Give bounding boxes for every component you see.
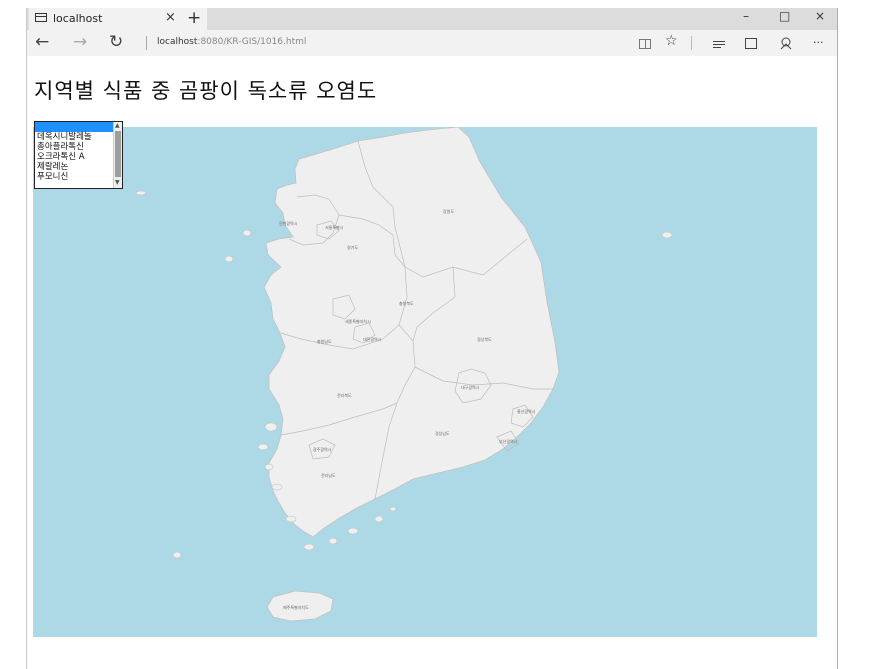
share-icon[interactable] <box>779 36 793 50</box>
address-bar: ← → ↻ localhost:8080/KR-GIS/1016.html ☆ … <box>27 30 837 56</box>
region-label: 경상남도 <box>435 430 450 436</box>
page-title: 지역별 식품 중 곰팡이 독소류 오염도 <box>34 79 378 103</box>
back-button[interactable]: ← <box>35 32 49 52</box>
toolbar-divider <box>691 36 692 50</box>
region-label: 세종특별자치시 <box>345 318 371 324</box>
list-scrollbar[interactable]: ▲ ▼ <box>113 122 122 188</box>
more-options-button[interactable]: ··· <box>813 36 824 49</box>
forward-button[interactable]: → <box>73 32 87 52</box>
url-path: :8080/KR-GIS/1016.html <box>197 37 307 47</box>
toxin-option[interactable]: 총아플라톡신 <box>35 142 122 152</box>
url-field[interactable]: localhost:8080/KR-GIS/1016.html <box>157 37 306 47</box>
region-label: 대전광역시 <box>363 336 382 342</box>
region-label: 울산광역시 <box>517 408 536 414</box>
region-label: 충청남도 <box>317 338 332 344</box>
tab-title: localhost <box>53 12 103 25</box>
new-tab-button[interactable]: + <box>187 8 201 28</box>
toxin-option[interactable]: 오크라톡신 A <box>35 152 122 162</box>
map-canvas: 강원도 경기도 서울특별시 인천광역시 충청북도 충청남도 세종특별자치시 대전… <box>135 127 673 622</box>
region-label: 부산광역시 <box>499 438 518 444</box>
region-label: 전라북도 <box>337 392 352 398</box>
favorite-star-icon[interactable]: ☆ <box>665 33 678 49</box>
browser-tab[interactable]: localhost × <box>29 8 207 30</box>
close-window-button[interactable]: × <box>815 9 825 23</box>
reading-view-icon[interactable] <box>639 39 651 49</box>
toxin-option[interactable]: 제랄레논 <box>35 162 122 172</box>
region-label: 광주광역시 <box>313 446 332 452</box>
korea-map: 강원도 경기도 서울특별시 인천광역시 충청북도 충청남도 세종특별자치시 대전… <box>33 127 817 637</box>
region-label: 강원도 <box>443 208 454 214</box>
region-label: 전라남도 <box>321 472 336 478</box>
toxin-select-list[interactable]: 데옥시니발레놀 총아플라톡신 오크라톡신 A 제랄레논 푸모니신 ▲ ▼ <box>34 121 123 189</box>
scroll-down-icon[interactable]: ▼ <box>115 180 120 186</box>
url-host: localhost <box>157 37 198 47</box>
tab-close-button[interactable]: × <box>165 10 176 25</box>
address-divider <box>146 36 147 50</box>
region-label: 대구광역시 <box>461 384 480 390</box>
browser-window: localhost × + – □ × ← → ↻ localhost:8080… <box>26 8 838 669</box>
toxin-option[interactable] <box>35 122 122 132</box>
scroll-thumb[interactable] <box>115 131 121 177</box>
hub-icon[interactable] <box>713 41 725 50</box>
refresh-button[interactable]: ↻ <box>109 32 123 52</box>
minimize-button[interactable]: – <box>743 9 749 23</box>
toxin-option[interactable]: 푸모니신 <box>35 172 122 182</box>
scroll-up-icon[interactable]: ▲ <box>115 123 120 129</box>
region-label: 경기도 <box>347 244 358 250</box>
region-label: 서울특별시 <box>325 224 344 230</box>
region-label: 인천광역시 <box>279 220 298 226</box>
region-label: 제주특별자치도 <box>283 604 309 610</box>
tab-bar: localhost × + – □ × <box>27 8 837 30</box>
page-icon <box>35 13 47 22</box>
toxin-option[interactable]: 데옥시니발레놀 <box>35 132 122 142</box>
maximize-button[interactable]: □ <box>779 9 790 23</box>
region-label: 경상북도 <box>477 336 492 342</box>
mainland-korea <box>263 127 560 538</box>
region-label: 충청북도 <box>399 300 414 306</box>
web-note-icon[interactable] <box>745 38 757 49</box>
